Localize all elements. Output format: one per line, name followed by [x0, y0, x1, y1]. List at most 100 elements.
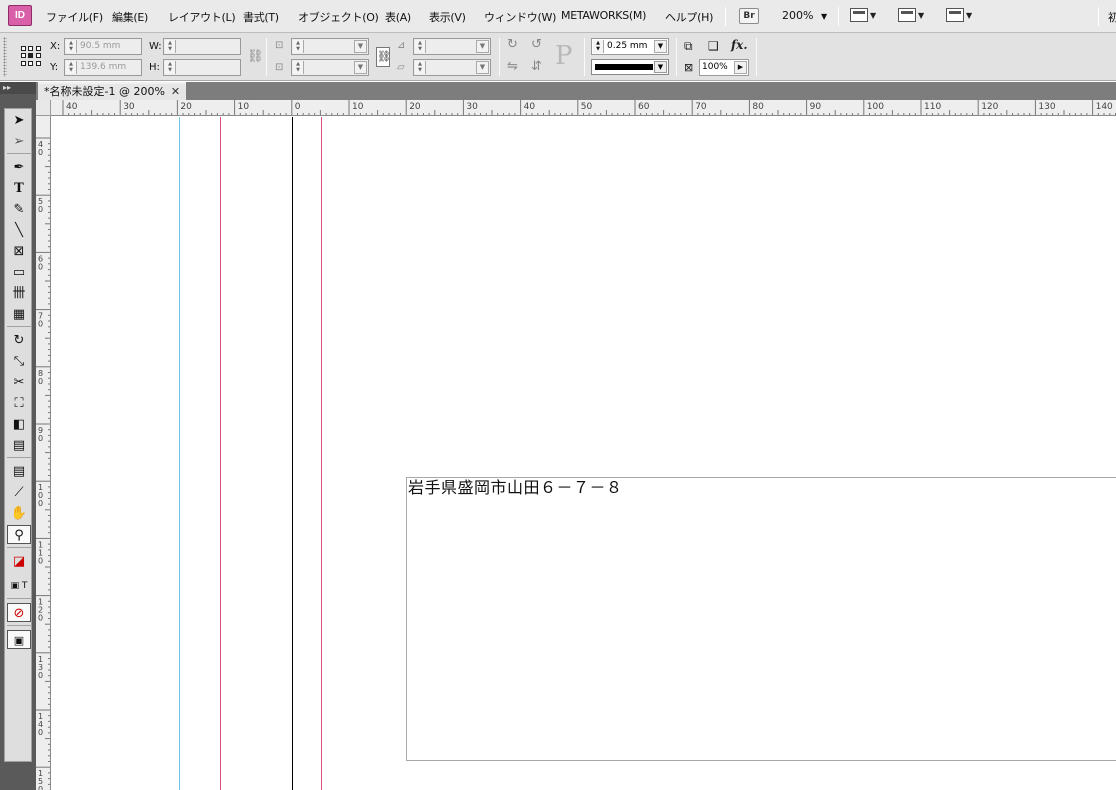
- height-field[interactable]: ▲ ▼: [163, 59, 241, 76]
- scissors-tool-icon[interactable]: ✂: [7, 373, 31, 392]
- close-icon[interactable]: ✕: [171, 85, 180, 98]
- menu-object[interactable]: オブジェクト(O): [298, 9, 379, 25]
- bridge-button[interactable]: Br: [739, 8, 759, 24]
- ruler-label: 70: [695, 102, 707, 112]
- frame-text-content[interactable]: 岩手県盛岡市山田６－７－８: [408, 478, 623, 498]
- pencil-tool-icon[interactable]: ✎: [7, 200, 31, 219]
- menu-type[interactable]: 書式(T): [243, 9, 279, 25]
- pen-tool-icon[interactable]: ✒: [7, 158, 31, 177]
- direct-selection-tool-icon[interactable]: ➢: [7, 132, 31, 151]
- h-label: H:: [149, 62, 160, 73]
- ruler-label: 40: [524, 102, 536, 112]
- menu-window[interactable]: ウィンドウ(W): [484, 9, 556, 25]
- effects-icon[interactable]: fx.: [731, 38, 748, 52]
- rotate-cw-icon[interactable]: ↻: [507, 38, 518, 52]
- layout-grid-tool-icon[interactable]: ▦: [7, 305, 31, 324]
- scale-tool-icon[interactable]: ⤡: [7, 352, 31, 371]
- spinner-arrows-icon[interactable]: ▲ ▼: [165, 61, 176, 74]
- indesign-logo-icon[interactable]: ID: [8, 5, 32, 26]
- document-canvas[interactable]: 岩手県盛岡市山田６－７－８: [52, 117, 1116, 790]
- constrain-proportions-icon[interactable]: ⛓: [247, 50, 264, 64]
- arrange-documents-button[interactable]: ▼: [946, 8, 972, 25]
- scale-y-field[interactable]: ▲ ▼ ▼: [291, 59, 369, 76]
- gradient-feather-tool-icon[interactable]: ▤: [7, 436, 31, 455]
- chevron-down-icon[interactable]: ▼: [654, 61, 667, 73]
- flip-horizontal-icon[interactable]: ⇋: [507, 60, 518, 74]
- rotate-ccw-icon[interactable]: ↺: [531, 38, 542, 52]
- chevron-down-icon[interactable]: ▼: [654, 40, 667, 53]
- view-options-button[interactable]: ▼: [850, 8, 876, 25]
- menu-separator: [1098, 7, 1099, 26]
- stroke-weight-field[interactable]: ▲ ▼ 0.25 mm ▼: [591, 38, 669, 55]
- spinner-arrows-icon[interactable]: ▲ ▼: [293, 40, 304, 53]
- rotate-tool-icon[interactable]: ↻: [7, 331, 31, 350]
- menu-edit[interactable]: 編集(E): [112, 9, 148, 25]
- vertical-ruler[interactable]: 405060708090100110120130140150: [36, 116, 51, 790]
- rectangle-tool-icon[interactable]: ▭: [7, 263, 31, 282]
- opacity-field[interactable]: 100% ▶: [699, 59, 749, 76]
- menu-table[interactable]: 表(A): [385, 9, 411, 25]
- shear-angle-field[interactable]: ▲ ▼ ▼: [413, 59, 491, 76]
- ruler-origin[interactable]: [36, 100, 51, 116]
- tools-panel-header[interactable]: ▸▸: [0, 82, 36, 94]
- drop-shadow-icon[interactable]: ❑: [708, 39, 719, 53]
- y-position-field[interactable]: ▲ ▼ 139.6 mm: [64, 59, 142, 76]
- chevron-down-icon[interactable]: ▼: [476, 40, 489, 53]
- chevron-down-icon[interactable]: ▼: [354, 40, 367, 53]
- line-tool-icon[interactable]: ╲: [7, 221, 31, 240]
- menu-metaworks[interactable]: METAWORKS(M): [561, 9, 646, 22]
- note-tool-icon[interactable]: ▤: [7, 462, 31, 481]
- fill-stroke-swatch-icon[interactable]: ◪: [7, 552, 31, 571]
- apply-none-icon[interactable]: ⊘: [7, 603, 31, 622]
- chevron-down-icon[interactable]: ▼: [476, 61, 489, 74]
- rotation-angle-field[interactable]: ▲ ▼ ▼: [413, 38, 491, 55]
- menu-view[interactable]: 表示(V): [429, 9, 466, 25]
- frame-grid-tool-icon[interactable]: 卌: [7, 284, 31, 303]
- document-tab[interactable]: *名称未設定-1 @ 200% ✕: [38, 82, 187, 100]
- menu-layout[interactable]: レイアウト(L): [168, 9, 236, 25]
- spinner-arrows-icon[interactable]: ▲ ▼: [415, 40, 426, 53]
- screen-mode-button[interactable]: ▼: [898, 8, 924, 25]
- x-position-field[interactable]: ▲ ▼ 90.5 mm: [64, 38, 142, 55]
- screen-mode-normal-icon[interactable]: ▣: [7, 630, 31, 649]
- flip-vertical-icon[interactable]: ⇵: [531, 60, 542, 74]
- hand-tool-icon[interactable]: ✋: [7, 504, 31, 523]
- panel-grip[interactable]: [3, 37, 7, 77]
- ruler-label: 80: [752, 102, 764, 112]
- select-container-icon[interactable]: ⧉: [684, 39, 693, 53]
- spinner-arrows-icon[interactable]: ▲ ▼: [165, 40, 176, 53]
- horizontal-ruler[interactable]: 40 30 20 10 0 10 20 30 40 50 60 70 80 90 100 110 120 130 1…: [51, 100, 1116, 116]
- type-tool-icon[interactable]: T: [7, 179, 31, 198]
- gradient-tool-icon[interactable]: ◧: [7, 415, 31, 434]
- scale-x-field[interactable]: ▲ ▼ ▼: [291, 38, 369, 55]
- w-label: W:: [149, 41, 162, 52]
- stroke-type-select[interactable]: ▼: [591, 59, 669, 75]
- menu-separator: [725, 7, 726, 26]
- workspace-switcher[interactable]: 初: [1108, 9, 1116, 25]
- free-transform-tool-icon[interactable]: ⛶: [7, 394, 31, 413]
- menu-file[interactable]: ファイル(F): [46, 9, 103, 25]
- width-field[interactable]: ▲ ▼: [163, 38, 241, 55]
- formatting-affects-icon[interactable]: ▣ T: [7, 577, 31, 596]
- zoom-level-select[interactable]: 200% ▼: [782, 9, 827, 22]
- chevron-down-icon[interactable]: ▼: [354, 61, 367, 74]
- menu-help[interactable]: ヘルプ(H): [665, 9, 713, 25]
- zoom-tool-icon[interactable]: ⚲: [7, 525, 31, 544]
- spinner-arrows-icon[interactable]: ▲ ▼: [415, 61, 426, 74]
- spinner-arrows-icon[interactable]: ▲ ▼: [593, 40, 604, 53]
- panel-separator: [756, 38, 757, 76]
- link-scale-icon[interactable]: ⛓: [376, 47, 391, 67]
- eyedropper-tool-icon[interactable]: ⟋: [7, 483, 31, 502]
- stroke-preview: [595, 64, 653, 70]
- chevron-right-icon[interactable]: ▶: [734, 61, 747, 74]
- zoom-level-value: 200%: [782, 9, 814, 22]
- ruler-label: 10: [238, 102, 250, 112]
- text-frame[interactable]: 岩手県盛岡市山田６－７－８: [406, 477, 1116, 761]
- rectangle-frame-tool-icon[interactable]: ⊠: [7, 242, 31, 261]
- spinner-arrows-icon[interactable]: ▲ ▼: [293, 61, 304, 74]
- spinner-arrows-icon[interactable]: ▲ ▼: [66, 40, 77, 53]
- selection-tool-icon[interactable]: ➤: [7, 111, 31, 130]
- reference-point-selector[interactable]: [21, 46, 41, 66]
- spinner-arrows-icon[interactable]: ▲ ▼: [66, 61, 77, 74]
- chevron-down-icon: ▼: [820, 12, 828, 21]
